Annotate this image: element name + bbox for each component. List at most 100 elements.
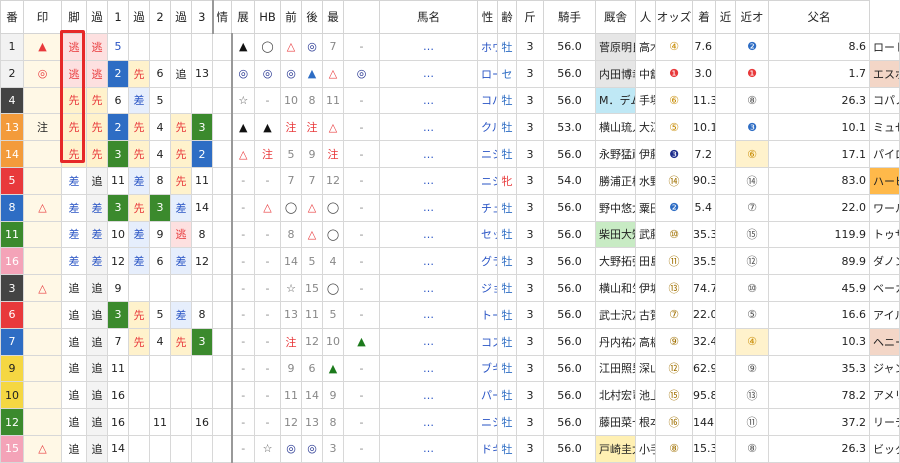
horse-name-link[interactable]: セッタレダスト: [477, 220, 498, 249]
mark-cell[interactable]: [23, 354, 62, 383]
table-row[interactable]: 14先先3先4先2△注59注-…ニシノアンドレア牡356.0永野猛蔵伊藤圭❸7.…: [0, 140, 900, 168]
horse-name-link[interactable]: ジョウメール: [477, 274, 498, 302]
header-kyaku[interactable]: 脚: [61, 0, 87, 34]
table-row[interactable]: 13注先先2先4先3▲▲注注△-…クルル牡353.0横山琉人大江原⑤10.1❸1…: [0, 113, 900, 142]
jockey-cell[interactable]: 横山琉人: [595, 113, 636, 142]
jockey-cell[interactable]: 永野猛蔵: [595, 140, 636, 168]
horse-name-link[interactable]: コパノカールトン: [477, 86, 498, 115]
table-row[interactable]: 11差差10差9逃8--8△◯-…セッタレダスト牡356.0柴田大知武藤善⑩35…: [0, 220, 900, 249]
jockey-cell[interactable]: 内田博幸: [595, 59, 636, 88]
header-jockey[interactable]: 騎手: [543, 0, 596, 34]
mark-cell[interactable]: ▲: [23, 33, 62, 61]
row-menu-button[interactable]: …: [379, 86, 478, 115]
row-menu-button[interactable]: …: [379, 327, 478, 356]
header-sex[interactable]: 性: [477, 0, 498, 34]
row-menu-button[interactable]: …: [379, 113, 478, 142]
mark-cell[interactable]: [23, 166, 62, 195]
header-ten[interactable]: 展: [231, 0, 255, 34]
jockey-cell[interactable]: 藤田菜七: [595, 408, 636, 436]
table-row[interactable]: 4先先6差5☆-10811-…コパノカールトン牡356.0M．デム手塚貴⑥11.…: [0, 86, 900, 115]
header-r1[interactable]: 1: [107, 0, 129, 34]
row-menu-button[interactable]: …: [379, 408, 478, 436]
mark-cell[interactable]: 注: [23, 113, 62, 142]
header-r2[interactable]: 2: [149, 0, 171, 34]
header-mae[interactable]: 前: [280, 0, 302, 34]
table-row[interactable]: 1▲逃逃5▲◯△◎7-…ホウオウベリテ牡356.0菅原明良高木登④7.6❷8.6…: [0, 33, 900, 61]
mark-cell[interactable]: [23, 140, 62, 168]
row-menu-button[interactable]: …: [379, 274, 478, 302]
horse-name-link[interactable]: ドキ: [477, 434, 498, 463]
horse-name-link[interactable]: コスモガラクシア: [477, 327, 498, 356]
header-info[interactable]: 情: [211, 0, 232, 34]
mark-cell[interactable]: △: [23, 193, 62, 222]
row-menu-button[interactable]: …: [379, 220, 478, 249]
header-stable[interactable]: 厩舎: [595, 0, 636, 34]
mark-cell[interactable]: [23, 327, 62, 356]
table-row[interactable]: 2◎逃逃2先6追13◎◎◎▲△◎…ロードヴァレンチセ356.0内田博幸中舘英❶3…: [0, 59, 900, 88]
table-row[interactable]: 12追追161116--12138-…ニシノレジスタンス牡356.0藤田菜七根本…: [0, 408, 900, 436]
horse-name-link[interactable]: パーペチュイティ: [477, 381, 498, 410]
row-menu-button[interactable]: …: [379, 193, 478, 222]
header-odds[interactable]: オッズ: [655, 0, 693, 34]
header-ninki[interactable]: 人: [635, 0, 656, 34]
jockey-cell[interactable]: 大野拓弥: [595, 247, 636, 276]
header-kin[interactable]: 斤: [516, 0, 544, 34]
header-kc[interactable]: 過: [170, 0, 192, 34]
jockey-cell[interactable]: 野中悠太: [595, 193, 636, 222]
horse-name-link[interactable]: ニシノレジスタンス: [477, 408, 498, 436]
row-menu-button[interactable]: …: [379, 166, 478, 195]
horse-name-link[interactable]: クルル: [477, 113, 498, 142]
mark-cell[interactable]: [23, 300, 62, 329]
mark-cell[interactable]: [23, 381, 62, 410]
header-age[interactable]: 齢: [497, 0, 517, 34]
jockey-cell[interactable]: M．デム: [595, 86, 636, 115]
horse-name-link[interactable]: グランシャーク: [477, 247, 498, 276]
mark-cell[interactable]: △: [23, 274, 62, 302]
header-ka[interactable]: 過: [86, 0, 108, 34]
table-row[interactable]: 5差追11差8先11--7712-…ニシノジャズ牝354.0勝浦正樹水野貴⑭90…: [0, 166, 900, 195]
mark-cell[interactable]: [23, 220, 62, 249]
jockey-cell[interactable]: 勝浦正樹: [595, 166, 636, 195]
mark-cell[interactable]: △: [23, 434, 62, 463]
table-row[interactable]: 7追追7先4先3--注1210▲…コスモガラクシア牡356.0丹内祐次高橋祥⑨3…: [0, 327, 900, 356]
header-num[interactable]: 番: [0, 0, 24, 34]
row-menu-button[interactable]: …: [379, 300, 478, 329]
horse-name-link[interactable]: ロードヴァレンチ: [477, 59, 498, 88]
header-kb[interactable]: 過: [128, 0, 150, 34]
horse-name-link[interactable]: チュウワエース: [477, 193, 498, 222]
table-row[interactable]: 9追追11--96▲-…ブキャナンテソーロ牡356.0江田照男深山雅⑫62.9⑨…: [0, 354, 900, 383]
jockey-cell[interactable]: 戸崎圭太: [595, 434, 636, 463]
jockey-cell[interactable]: 菅原明良: [595, 33, 636, 61]
header-mark[interactable]: 印: [23, 0, 62, 34]
row-menu-button[interactable]: …: [379, 247, 478, 276]
jockey-cell[interactable]: 武士沢友: [595, 300, 636, 329]
row-menu-button[interactable]: …: [379, 140, 478, 168]
table-row[interactable]: 8△差差3先3差14-△◯△◯-…チュウワエース牡356.0野中悠太粟田徹❷5.…: [0, 193, 900, 222]
row-menu-button[interactable]: …: [379, 59, 478, 88]
table-row[interactable]: 6追追3先5差8--13115-…トーセンレガーロ牡356.0武士沢友古賀史⑦2…: [0, 300, 900, 329]
header-kin-odds[interactable]: 近オ: [735, 0, 769, 34]
header-kin2[interactable]: 近: [715, 0, 736, 34]
horse-name-link[interactable]: ニシノアンドレア: [477, 140, 498, 168]
header-ato[interactable]: 後: [301, 0, 323, 34]
table-row[interactable]: 3△追追9--☆15◯-…ジョウメール牡356.0横山和生伊坂重⑬74.7⑩45…: [0, 274, 900, 302]
horse-name-link[interactable]: ホウオウベリテ: [477, 33, 498, 61]
jockey-cell[interactable]: 柴田大知: [595, 220, 636, 249]
header-sai[interactable]: 最: [322, 0, 344, 34]
row-menu-button[interactable]: …: [379, 434, 478, 463]
table-row[interactable]: 16差差12差6差12--1454-…グランシャーク牡356.0大野拓弥田島俊⑪…: [0, 247, 900, 276]
mark-cell[interactable]: [23, 86, 62, 115]
header-name[interactable]: 馬名: [379, 0, 478, 34]
jockey-cell[interactable]: 江田照男: [595, 354, 636, 383]
header-chaku[interactable]: 着: [692, 0, 716, 34]
row-menu-button[interactable]: …: [379, 33, 478, 61]
row-menu-button[interactable]: …: [379, 381, 478, 410]
header-menu[interactable]: [343, 0, 380, 34]
header-hb[interactable]: HB: [254, 0, 281, 34]
horse-name-link[interactable]: トーセンレガーロ: [477, 300, 498, 329]
horse-name-link[interactable]: ブキャナンテソーロ: [477, 354, 498, 383]
jockey-cell[interactable]: 北村宏司: [595, 381, 636, 410]
jockey-cell[interactable]: 横山和生: [595, 274, 636, 302]
jockey-cell[interactable]: 丹内祐次: [595, 327, 636, 356]
header-sire[interactable]: 父名: [768, 0, 870, 34]
